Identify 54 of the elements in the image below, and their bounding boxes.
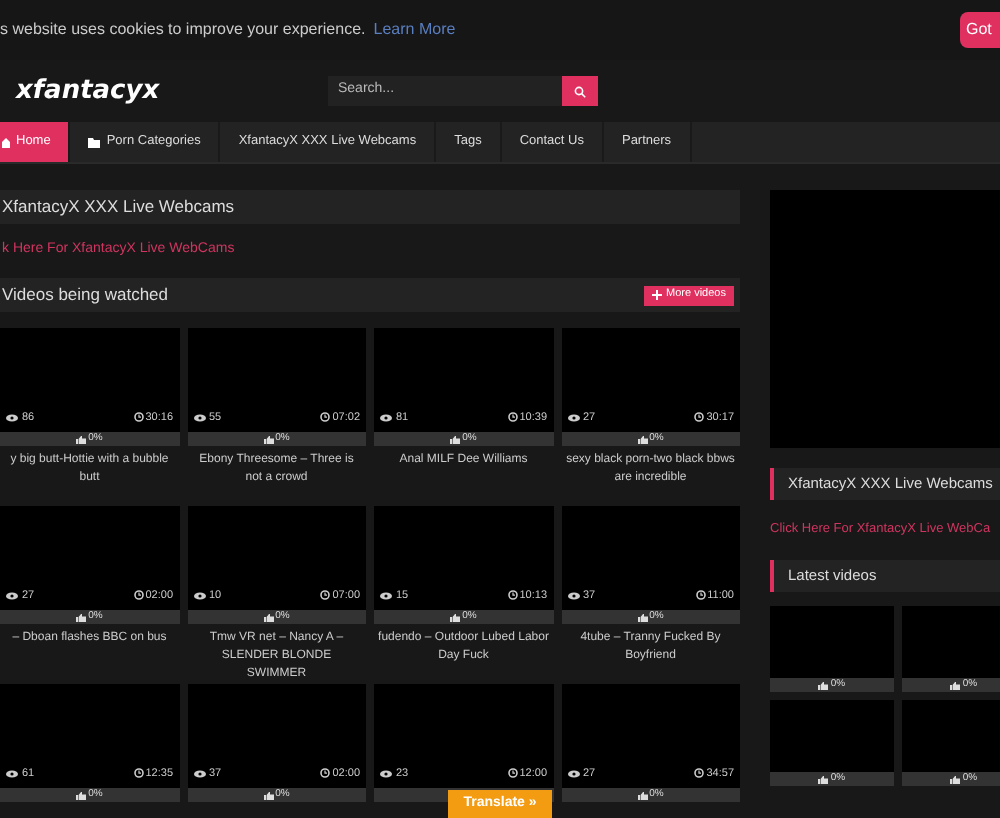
clock-icon (694, 768, 705, 779)
thumbs-up-icon (263, 435, 274, 443)
clock-icon (507, 590, 518, 601)
thumbs-up-icon (263, 791, 274, 799)
thumbs-up-icon (263, 613, 274, 621)
video-thumbnail[interactable] (770, 700, 894, 772)
clock-icon (133, 768, 144, 779)
learn-more-link[interactable]: Learn More (373, 18, 456, 42)
section-title: XfantacyX XXX Live Webcams (2, 194, 235, 220)
home-icon (2, 137, 10, 147)
cookie-message: s website uses cookies to improve your experience. (0, 18, 366, 42)
eye-icon (193, 769, 205, 778)
search-button[interactable] (562, 76, 598, 106)
thumbs-up-icon (637, 791, 648, 799)
site-logo[interactable]: xfantacyx (16, 78, 328, 104)
clock-icon (320, 768, 331, 779)
got-it-button[interactable]: Got (960, 12, 1000, 48)
eye-icon (380, 413, 392, 422)
folder-icon (88, 137, 101, 147)
thumbs-up-icon (818, 775, 829, 783)
clock-icon (695, 590, 706, 601)
thumbs-up-icon (637, 613, 648, 621)
clock-icon (320, 590, 331, 601)
eye-icon (567, 413, 579, 422)
video-thumbnail[interactable] (770, 606, 894, 678)
clock-icon (133, 412, 144, 423)
eye-icon (567, 769, 579, 778)
video-thumbnail[interactable] (902, 700, 1000, 772)
thumbs-up-icon (76, 791, 87, 799)
thumbs-up-icon (950, 775, 961, 783)
eye-icon (380, 591, 392, 600)
thumbs-up-icon (950, 681, 961, 689)
clock-icon (507, 768, 518, 779)
eye-icon (567, 591, 579, 600)
thumbs-up-icon (450, 435, 461, 443)
section-title: Videos being watched (2, 282, 169, 308)
thumbs-up-icon (76, 435, 87, 443)
thumbs-up-icon (637, 435, 648, 443)
eye-icon (6, 413, 18, 422)
video-thumbnail[interactable] (902, 606, 1000, 678)
eye-icon (6, 769, 18, 778)
thumbs-up-icon (450, 613, 461, 621)
eye-icon (193, 591, 205, 600)
clock-icon (507, 412, 518, 423)
search-icon (574, 85, 586, 97)
plus-icon (652, 290, 663, 300)
eye-icon (193, 413, 205, 422)
clock-icon (694, 412, 705, 423)
eye-icon (6, 591, 18, 600)
thumbs-up-icon (818, 681, 829, 689)
clock-icon (320, 412, 331, 423)
eye-icon (380, 769, 392, 778)
clock-icon (133, 590, 144, 601)
thumbs-up-icon (76, 613, 87, 621)
